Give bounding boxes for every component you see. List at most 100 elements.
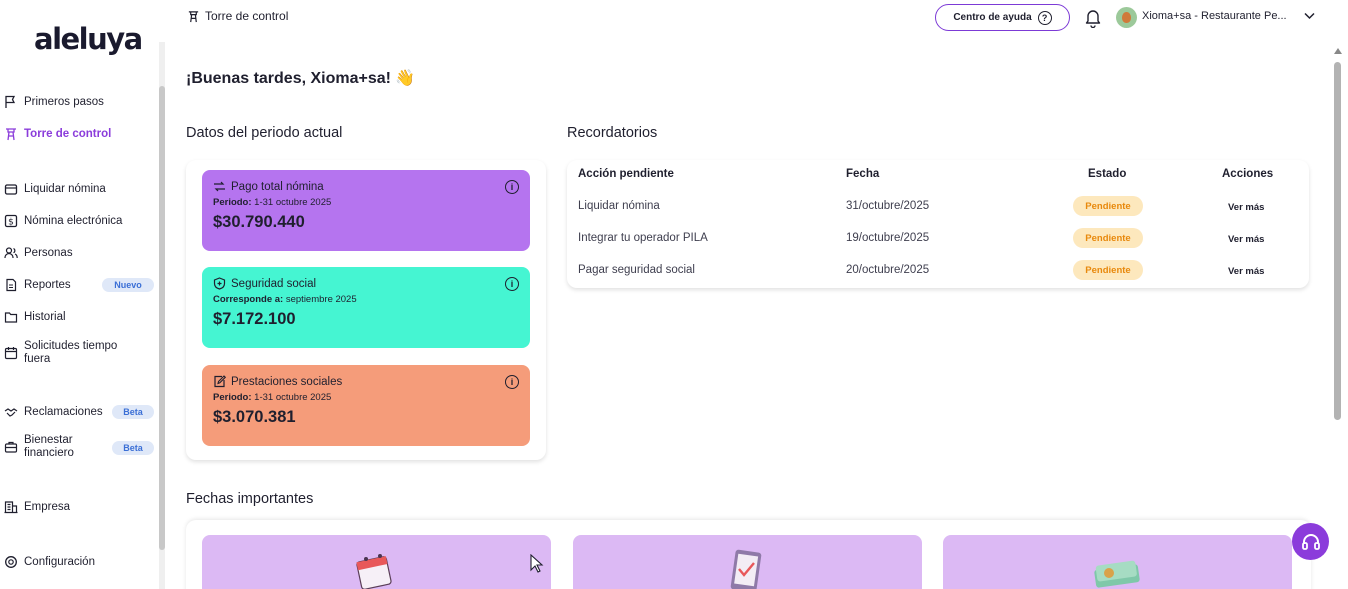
ver-mas-link[interactable]: Ver más <box>1228 266 1264 277</box>
column-header: Fecha <box>846 168 880 180</box>
important-dates-panel <box>186 520 1311 589</box>
headset-icon <box>1301 533 1320 550</box>
new-badge: Nuevo <box>102 278 154 292</box>
action-cell: Liquidar nómina <box>578 200 660 212</box>
column-header: Acciones <box>1222 168 1274 180</box>
beta-badge: Beta <box>112 441 154 455</box>
help-center-button[interactable]: Centro de ayuda ? <box>935 4 1070 31</box>
social-security-card[interactable]: Seguridad social i Corresponde a: septie… <box>202 267 530 348</box>
sidebar-item-configuracion[interactable]: Configuración <box>4 555 156 569</box>
brand-logo[interactable]: aleluya <box>34 22 143 56</box>
clipboard-illustration-icon <box>730 549 762 589</box>
greeting-heading: ¡Buenas tardes, Xioma+sa! 👋 <box>186 70 416 87</box>
date-cell: 31/octubre/2025 <box>846 200 930 212</box>
sidebar-item-label: Reclamaciones <box>24 405 103 418</box>
scroll-up-arrow-icon[interactable] <box>1334 48 1342 54</box>
sidebar: aleluya Primeros pasos Torre de control … <box>0 0 170 589</box>
page-title: Torre de control <box>205 9 289 23</box>
beta-badge: Beta <box>112 405 154 419</box>
sidebar-item-personas[interactable]: Personas <box>4 246 156 260</box>
user-name[interactable]: Xioma+sa - Restaurante Pe... <box>1142 10 1287 22</box>
building-icon <box>4 500 18 514</box>
tower-icon <box>4 127 18 141</box>
bell-icon[interactable] <box>1084 8 1102 28</box>
app-root: aleluya Primeros pasos Torre de control … <box>0 0 1348 589</box>
edit-document-icon <box>214 375 226 388</box>
main-scrollbar[interactable] <box>1334 62 1341 420</box>
handshake-icon <box>4 405 18 419</box>
sidebar-scrollbar[interactable] <box>159 86 165 550</box>
sidebar-item-label: Bienestar financiero <box>24 434 74 459</box>
people-icon <box>4 246 18 260</box>
sidebar-item-label: Primeros pasos <box>24 95 104 108</box>
ver-mas-link[interactable]: Ver más <box>1228 234 1264 245</box>
info-icon[interactable]: i <box>505 180 519 194</box>
chevron-down-icon[interactable] <box>1304 12 1315 20</box>
card-subtitle: Periodo: 1-31 octubre 2025 <box>213 392 332 403</box>
social-benefits-card[interactable]: Prestaciones sociales i Periodo: 1-31 oc… <box>202 365 530 446</box>
status-badge: Pendiente <box>1073 260 1143 280</box>
sidebar-item-reclamaciones[interactable]: Reclamaciones Beta <box>4 405 156 419</box>
card-amount: $7.172.100 <box>213 310 296 328</box>
svg-text:$: $ <box>8 218 14 228</box>
card-amount: $30.790.440 <box>213 213 305 231</box>
sidebar-item-label: Configuración <box>24 555 95 568</box>
sidebar-item-reportes[interactable]: Reportes Nuevo <box>4 278 156 292</box>
card-title: Prestaciones sociales <box>231 375 343 388</box>
shield-plus-icon <box>213 277 226 290</box>
mouse-cursor-icon <box>530 554 544 573</box>
calendar-icon <box>4 346 18 360</box>
card-title: Pago total nómina <box>231 180 324 193</box>
period-section-title: Datos del periodo actual <box>186 125 343 141</box>
sidebar-item-historial[interactable]: Historial <box>4 310 156 324</box>
date-cell: 19/octubre/2025 <box>846 232 930 244</box>
date-card-calendar[interactable] <box>202 535 551 589</box>
period-cards-panel: Pago total nómina i Periodo: 1-31 octubr… <box>186 160 546 460</box>
sidebar-item-empresa[interactable]: Empresa <box>4 500 156 514</box>
date-cell: 20/octubre/2025 <box>846 264 930 276</box>
support-chat-button[interactable] <box>1292 523 1329 560</box>
card-subtitle: Corresponde a: septiembre 2025 <box>213 294 357 305</box>
flag-icon <box>4 95 18 109</box>
status-badge: Pendiente <box>1073 196 1143 216</box>
reminders-table: Acción pendiente Fecha Estado Acciones L… <box>567 160 1309 288</box>
calendar-illustration-icon <box>356 554 392 589</box>
date-card-checklist[interactable] <box>573 535 922 589</box>
sidebar-item-label: Solicitudes tiempo fuera <box>24 340 118 365</box>
breadcrumb: Torre de control <box>187 9 288 23</box>
payroll-total-card[interactable]: Pago total nómina i Periodo: 1-31 octubr… <box>202 170 530 251</box>
tower-icon <box>188 10 199 22</box>
date-card-money[interactable] <box>943 535 1292 589</box>
sidebar-item-label: Historial <box>24 310 66 323</box>
sidebar-item-label: Reportes <box>24 278 71 291</box>
sidebar-item-label: Nómina electrónica <box>24 214 123 227</box>
sidebar-item-liquidar-nomina[interactable]: Liquidar nómina <box>4 182 156 196</box>
avatar[interactable] <box>1116 7 1137 28</box>
sidebar-item-primeros-pasos[interactable]: Primeros pasos <box>4 95 156 109</box>
sidebar-item-label: Liquidar nómina <box>24 182 106 195</box>
sidebar-item-nomina-electronica[interactable]: $ Nómina electrónica <box>4 214 156 228</box>
action-cell: Pagar seguridad social <box>578 264 695 276</box>
gear-icon <box>4 555 18 569</box>
ver-mas-link[interactable]: Ver más <box>1228 202 1264 213</box>
sidebar-item-label: Empresa <box>24 500 71 513</box>
sidebar-item-label: Torre de control <box>24 127 112 140</box>
status-badge: Pendiente <box>1073 228 1143 248</box>
info-icon[interactable]: i <box>505 375 519 389</box>
action-cell: Integrar tu operador PILA <box>578 232 708 244</box>
report-icon <box>4 278 18 292</box>
briefcase-icon <box>4 440 18 454</box>
wallet-icon <box>4 182 18 196</box>
column-header: Acción pendiente <box>578 168 674 180</box>
transfer-icon <box>214 181 225 192</box>
sidebar-item-bienestar-financiero[interactable]: Bienestar financiero Beta <box>4 434 156 460</box>
reminders-section-title: Recordatorios <box>567 125 658 141</box>
card-amount: $3.070.381 <box>213 408 296 426</box>
sidebar-item-torre-de-control[interactable]: Torre de control <box>4 127 156 141</box>
card-subtitle: Periodo: 1-31 octubre 2025 <box>213 197 332 208</box>
info-icon[interactable]: i <box>505 277 519 291</box>
sidebar-item-label: Personas <box>24 246 73 259</box>
dollar-icon: $ <box>4 214 18 228</box>
sidebar-item-solicitudes-tiempo-fuera[interactable]: Solicitudes tiempo fuera <box>4 340 156 366</box>
card-title: Seguridad social <box>231 277 317 290</box>
